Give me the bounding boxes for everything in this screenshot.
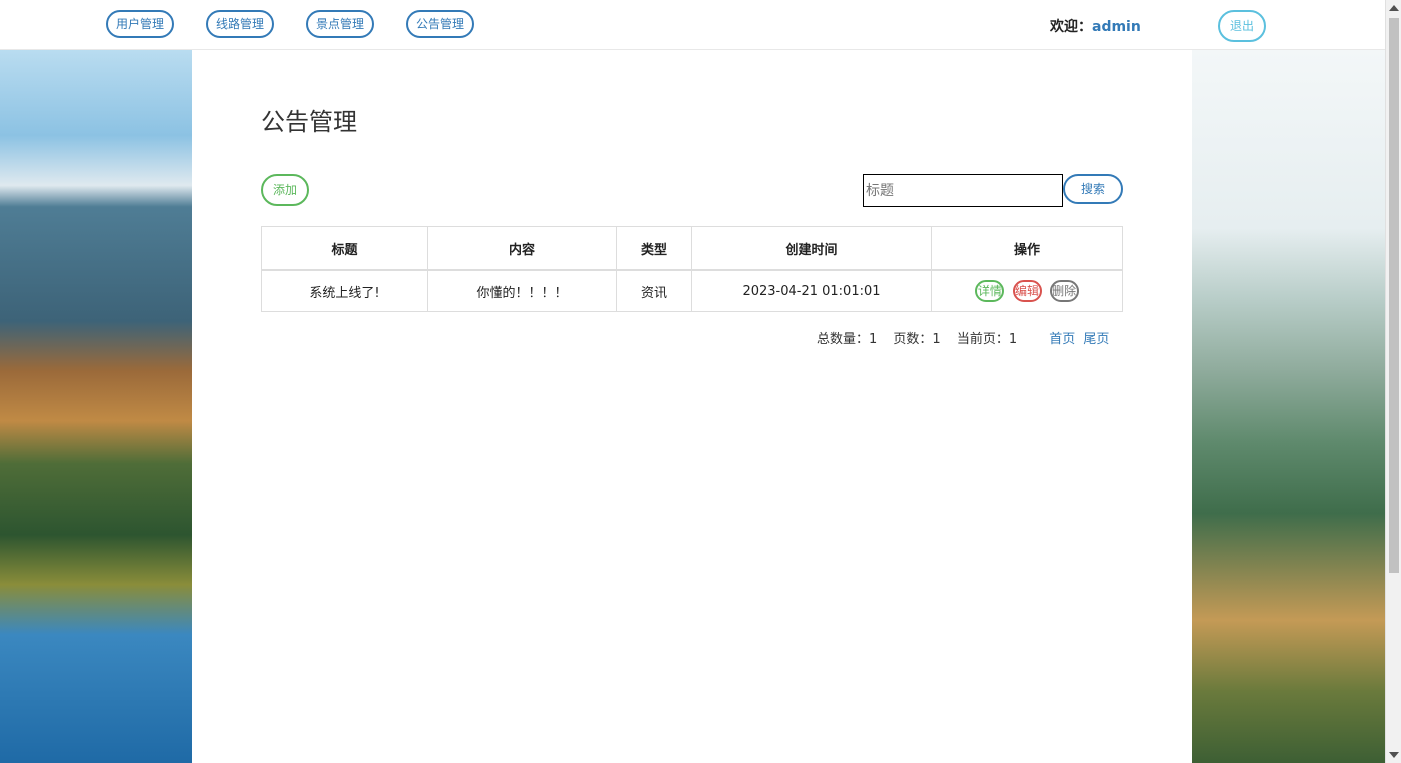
delete-button[interactable]: 删除 [1049,280,1079,302]
first-page-link[interactable]: 首页 [1049,332,1075,347]
column-header-actions: 操作 [931,226,1123,271]
search-input[interactable] [863,174,1063,207]
nav-announcement-management-button[interactable]: 公告管理 [406,10,474,38]
vertical-scrollbar[interactable] [1385,0,1401,763]
top-navbar: 用户管理 线路管理 景点管理 公告管理 欢迎：admin 退出 [0,0,1385,50]
table-row: 系统上线了! 你懂的！！！！ 资讯 2023-04-21 01:01:01 详情… [261,269,1123,312]
cell-created-time: 2023-04-21 01:01:01 [691,269,932,312]
total-count: 总数量：1 [817,332,878,347]
welcome-prefix: 欢迎： [1050,19,1092,35]
edit-button[interactable]: 编辑 [1012,280,1042,302]
cell-title: 系统上线了! [261,269,428,312]
background-landscape-right [1192,50,1385,763]
search-button[interactable]: 搜索 [1063,174,1123,204]
announcement-table: 标题 内容 类型 创建时间 操作 系统上线了! 你懂的！！！！ 资讯 2023-… [261,226,1123,312]
welcome-text: 欢迎：admin [1050,16,1141,36]
current-page: 当前页：1 [956,332,1018,347]
nav-user-management-button[interactable]: 用户管理 [106,10,174,38]
last-page-link[interactable]: 尾页 [1083,332,1109,347]
page-title: 公告管理 [261,108,357,136]
column-header-type: 类型 [616,226,692,271]
column-header-created-time: 创建时间 [691,226,932,271]
column-header-content: 内容 [427,226,617,271]
page-count: 页数：1 [893,332,941,347]
scroll-up-arrow-icon[interactable] [1389,5,1399,11]
background-landscape-left [0,50,192,763]
cell-type: 资讯 [616,269,692,312]
scrollbar-thumb[interactable] [1389,18,1399,573]
column-header-title: 标题 [261,226,428,271]
table-header-row: 标题 内容 类型 创建时间 操作 [261,226,1123,271]
nav-route-management-button[interactable]: 线路管理 [206,10,274,38]
username: admin [1092,19,1141,35]
pagination: 总数量：1 页数：1 当前页：1 首页 尾页 [817,328,1113,347]
cell-content: 你懂的！！！！ [427,269,617,312]
main-content: 公告管理 添加 搜索 标题 内容 类型 创建时间 操作 系统上线了! 你懂的！！… [192,50,1192,763]
nav-attraction-management-button[interactable]: 景点管理 [306,10,374,38]
add-button[interactable]: 添加 [261,174,309,206]
logout-button[interactable]: 退出 [1218,10,1266,42]
scroll-down-arrow-icon[interactable] [1389,752,1399,758]
detail-button[interactable]: 详情 [975,280,1005,302]
cell-actions: 详情 编辑 删除 [931,269,1123,312]
